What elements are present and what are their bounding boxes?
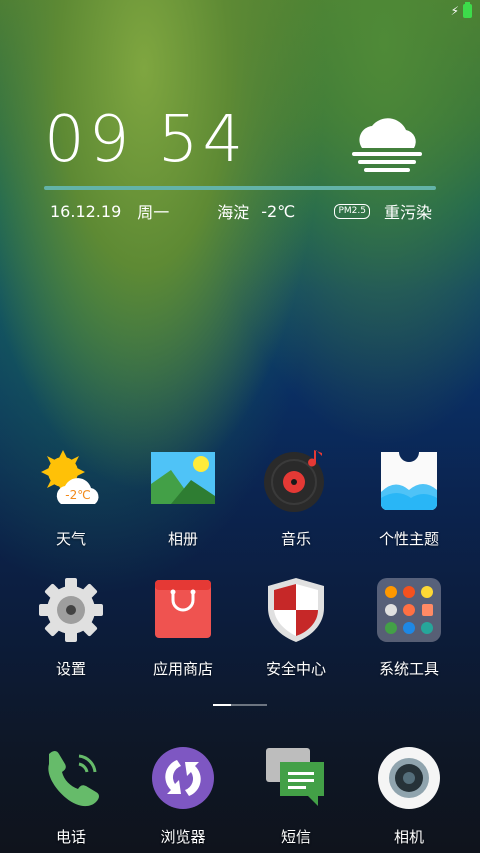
app-label: 相册 (167, 530, 198, 548)
shopping-bag-icon (155, 580, 211, 638)
app-label: 天气 (55, 530, 86, 548)
dock-camera[interactable]: 相机 (354, 746, 464, 847)
charging-icon: ⚡ (450, 4, 459, 18)
app-settings[interactable]: 设置 (16, 578, 126, 679)
browser-icon (152, 747, 214, 809)
weather-app-temp: -2℃ (65, 488, 90, 502)
app-label: 个性主题 (378, 530, 439, 548)
app-label: 短信 (280, 828, 311, 846)
app-label: 应用商店 (152, 660, 213, 678)
message-icon (266, 748, 324, 806)
app-weather[interactable]: -2℃ 天气 (16, 448, 126, 549)
page-indicator (213, 704, 267, 706)
status-bar: ⚡ (450, 2, 472, 18)
folder-system-tools[interactable]: 系统工具 (354, 578, 464, 679)
cloudy-weather-icon (352, 118, 422, 172)
pm25-badge: PM2.5 (334, 203, 370, 219)
page-indicator-active (213, 704, 231, 706)
app-themes[interactable]: 个性主题 (354, 448, 464, 549)
date-text: 16.12.19 (50, 201, 122, 221)
app-music[interactable]: 音乐 (241, 448, 351, 549)
gear-icon (39, 578, 103, 642)
air-quality-text: 重污染 (383, 203, 432, 222)
shield-icon (268, 578, 324, 642)
clock-weather-widget[interactable]: 09 54 16.12.19 周一 海淀 -2℃ PM2.5 重污染 (44, 108, 436, 222)
camera-icon (378, 747, 440, 809)
battery-icon (463, 2, 472, 18)
app-label: 相机 (393, 828, 424, 846)
app-gallery[interactable]: 相册 (128, 448, 238, 549)
app-security[interactable]: 安全中心 (241, 578, 351, 679)
phone-icon (48, 751, 99, 807)
folder-label: 系统工具 (378, 660, 439, 678)
app-label: 浏览器 (160, 828, 206, 846)
folder-icon (377, 578, 441, 642)
widget-divider-bar (44, 186, 436, 190)
app-label: 电话 (55, 828, 86, 846)
app-label: 设置 (55, 660, 86, 678)
weekday-text: 周一 (137, 203, 170, 222)
app-label: 安全中心 (265, 660, 326, 678)
music-icon (264, 450, 324, 512)
weather-app-icon: -2℃ (41, 450, 99, 504)
dock-browser[interactable]: 浏览器 (128, 746, 238, 847)
app-label: 音乐 (280, 530, 311, 548)
location-text: 海淀 (217, 203, 250, 222)
gallery-icon (151, 452, 215, 504)
themes-icon (381, 452, 437, 510)
app-store[interactable]: 应用商店 (128, 578, 238, 679)
temperature-text: -2℃ (261, 201, 296, 221)
dock-messages[interactable]: 短信 (241, 746, 351, 847)
dock-phone[interactable]: 电话 (16, 746, 126, 847)
